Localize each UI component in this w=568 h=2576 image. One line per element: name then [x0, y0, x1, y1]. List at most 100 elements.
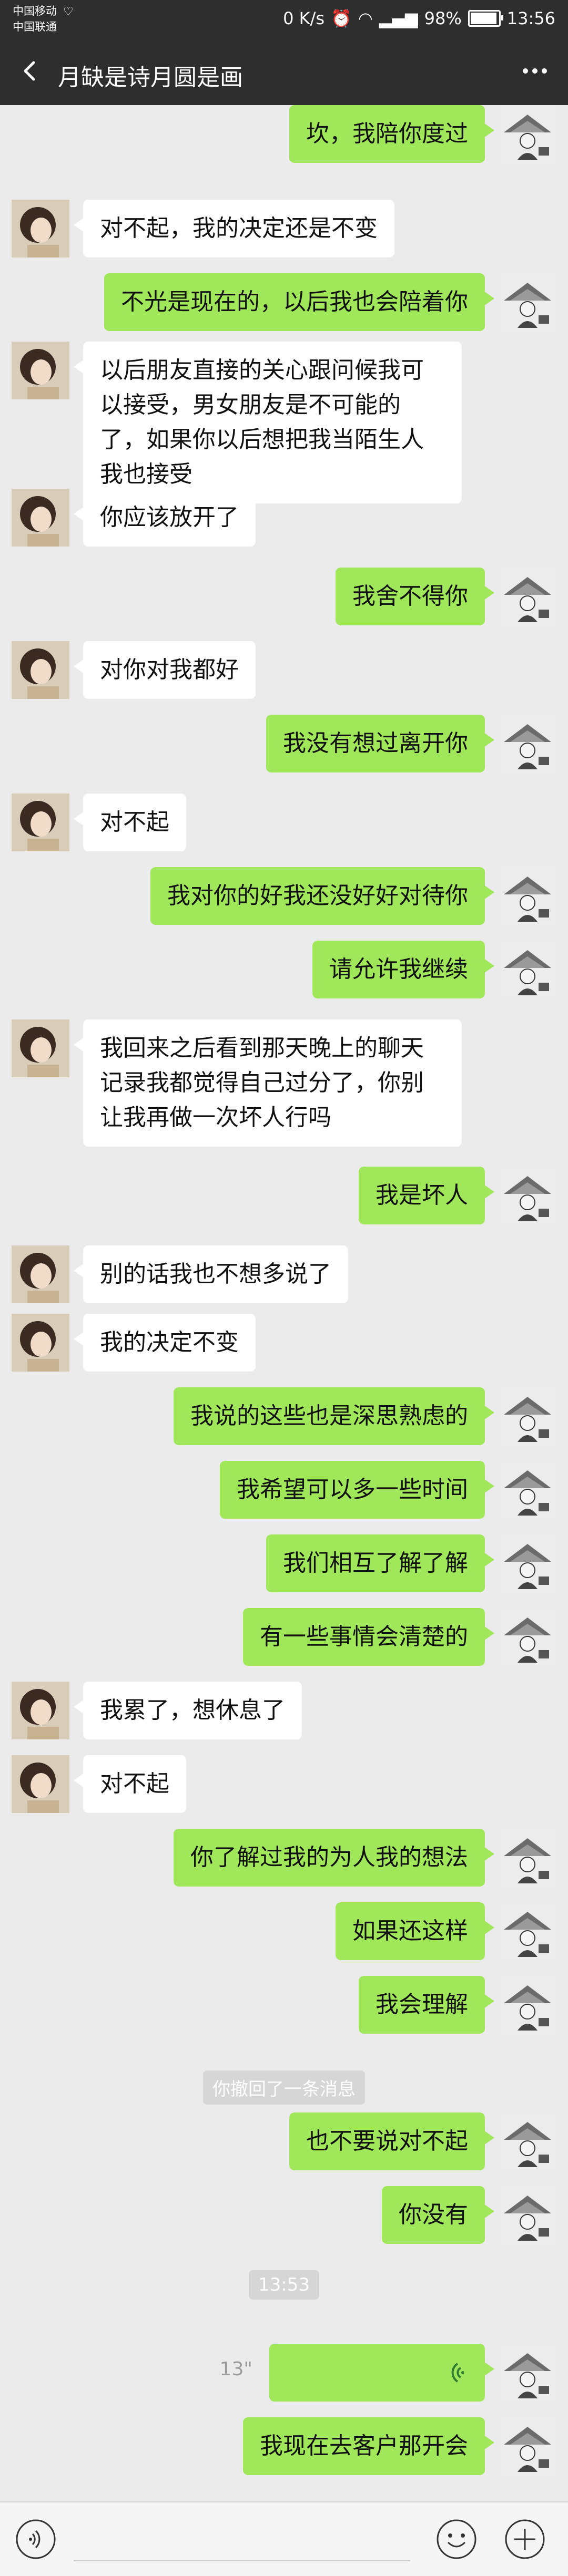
my-message-bubble[interactable]: 如果还这样: [336, 1902, 494, 1960]
message-row: 坎，我陪你度过: [0, 105, 568, 163]
contact-message-bubble[interactable]: 对你对我都好: [74, 641, 256, 699]
message-row: 我会理解: [0, 1976, 568, 2034]
message-row: 我们相互了解了解: [0, 1534, 568, 1592]
message-row: 我没有想过离开你: [0, 715, 568, 772]
my-message-bubble[interactable]: 我说的这些也是深思熟虑的: [174, 1387, 494, 1445]
carrier-1: 中国移动: [13, 5, 57, 17]
contact-message-bubble[interactable]: 你应该放开了: [74, 489, 256, 547]
message-row: 我希望可以多一些时间: [0, 1461, 568, 1519]
voice-input-icon: [16, 2519, 56, 2559]
my-message-bubble[interactable]: 不光是现在的，以后我也会陪着你: [104, 273, 494, 331]
contact-avatar[interactable]: [12, 1682, 69, 1739]
input-bar: [0, 2501, 568, 2576]
my-avatar[interactable]: [499, 2344, 556, 2402]
my-message-bubble[interactable]: 我舍不得你: [336, 568, 494, 625]
my-message-bubble[interactable]: 我是坏人: [359, 1167, 494, 1224]
message-row: 我累了，想休息了: [0, 1682, 568, 1739]
message-row: 你了解过我的为人我的想法: [0, 1829, 568, 1887]
contact-avatar[interactable]: [12, 489, 69, 547]
signal-icon: ▂▄▆: [379, 8, 418, 28]
my-message-bubble[interactable]: 我们相互了解了解: [266, 1534, 494, 1592]
contact-message-bubble[interactable]: 对不起，我的决定还是不变: [74, 200, 394, 257]
contact-message-bubble[interactable]: 我回来之后看到那天晚上的聊天记录我都觉得自己过分了，你别让我再做一次坏人行吗: [74, 1019, 462, 1147]
my-avatar[interactable]: [499, 867, 556, 925]
my-avatar[interactable]: [499, 1976, 556, 2034]
my-avatar[interactable]: [499, 2186, 556, 2244]
contact-avatar[interactable]: [12, 1019, 69, 1077]
message-row: 我说的这些也是深思熟虑的: [0, 1387, 568, 1445]
my-avatar[interactable]: [499, 1829, 556, 1887]
my-avatar[interactable]: [499, 1608, 556, 1666]
contact-avatar[interactable]: [12, 1314, 69, 1372]
message-row: 别的话我也不想多说了: [0, 1245, 568, 1303]
contact-avatar[interactable]: [12, 641, 69, 699]
my-avatar[interactable]: [499, 568, 556, 625]
contact-avatar[interactable]: [12, 342, 69, 399]
contact-avatar[interactable]: [12, 1245, 69, 1303]
my-message-bubble[interactable]: 请允许我继续: [312, 941, 494, 998]
message-row: 对不起: [0, 1755, 568, 1813]
contact-message-bubble[interactable]: 以后朋友直接的关心跟问候我可以接受，男女朋友是不可能的了，如果你以后想把我当陌生…: [74, 342, 462, 503]
my-avatar[interactable]: [499, 941, 556, 998]
carrier-info: 中国移动 中国联通: [13, 3, 57, 35]
message-list[interactable]: 坎，我陪你度过对不起，我的决定还是不变不光是现在的，以后我也会陪着你以后朋友直接…: [0, 105, 568, 2501]
status-indicators: 0 K/s ⏰ ◠ ▂▄▆ 98% 13:56: [283, 8, 555, 28]
my-avatar[interactable]: [499, 273, 556, 331]
status-bar: 中国移动 中国联通 ♡ 0 K/s ⏰ ◠ ▂▄▆ 98% 13:56: [0, 0, 568, 39]
my-avatar[interactable]: [499, 2417, 556, 2475]
contact-message-bubble[interactable]: 对不起: [74, 794, 186, 851]
contact-avatar[interactable]: [12, 1755, 69, 1813]
contact-message-bubble[interactable]: 我的决定不变: [74, 1314, 256, 1372]
clock: 13:56: [506, 8, 555, 28]
my-avatar[interactable]: [499, 1167, 556, 1224]
contact-message-bubble[interactable]: 别的话我也不想多说了: [74, 1245, 348, 1303]
recall-notice: 你撤回了一条消息: [203, 2070, 365, 2105]
more-button[interactable]: [516, 55, 553, 87]
message-row: 我是坏人: [0, 1167, 568, 1224]
contact-avatar[interactable]: [12, 794, 69, 851]
message-input[interactable]: [74, 2560, 410, 2561]
my-avatar[interactable]: [499, 105, 556, 163]
my-avatar[interactable]: [499, 2113, 556, 2170]
alarm-icon: ⏰: [331, 8, 352, 28]
carrier-2: 中国联通: [13, 20, 57, 33]
my-message-bubble[interactable]: 我对你的好我还没好好对待你: [150, 867, 494, 925]
back-button[interactable]: [15, 55, 46, 87]
my-message-bubble[interactable]: 坎，我陪你度过: [289, 105, 494, 163]
voice-message-bubble[interactable]: [269, 2344, 494, 2402]
add-button[interactable]: [504, 2518, 546, 2560]
contact-message-bubble[interactable]: 对不起: [74, 1755, 186, 1813]
my-avatar[interactable]: [499, 1461, 556, 1519]
contact-message-bubble[interactable]: 我累了，想休息了: [74, 1682, 302, 1739]
more-dots-icon: [523, 68, 547, 74]
my-avatar[interactable]: [499, 1534, 556, 1592]
contact-avatar[interactable]: [12, 200, 69, 257]
heart-icon: ♡: [63, 5, 74, 18]
my-message-bubble[interactable]: 也不要说对不起: [289, 2113, 494, 2170]
voice-input-button[interactable]: [15, 2518, 57, 2560]
my-message-bubble[interactable]: 我希望可以多一些时间: [220, 1461, 494, 1519]
message-row: 不光是现在的，以后我也会陪着你: [0, 273, 568, 331]
chat-header: 月缺是诗月圆是画: [0, 39, 568, 105]
battery-icon: [468, 10, 503, 27]
my-avatar[interactable]: [499, 715, 556, 772]
chat-title: 月缺是诗月圆是画: [58, 64, 243, 91]
message-row: 也不要说对不起: [0, 2113, 568, 2170]
my-message-bubble[interactable]: 你了解过我的为人我的想法: [174, 1829, 494, 1887]
my-avatar[interactable]: [499, 1902, 556, 1960]
message-row: 我回来之后看到那天晚上的聊天记录我都觉得自己过分了，你别让我再做一次坏人行吗: [0, 1019, 568, 1147]
my-message-bubble[interactable]: 有一些事情会清楚的: [243, 1608, 494, 1666]
wifi-icon: ◠: [358, 8, 373, 28]
my-message-bubble[interactable]: 你没有: [382, 2186, 494, 2244]
message-row: 有一些事情会清楚的: [0, 1608, 568, 1666]
network-speed: 0 K/s: [283, 8, 325, 28]
my-message-bubble[interactable]: 我没有想过离开你: [266, 715, 494, 772]
message-row: 以后朋友直接的关心跟问候我可以接受，男女朋友是不可能的了，如果你以后想把我当陌生…: [0, 342, 568, 503]
battery-percent: 98%: [424, 8, 462, 28]
my-message-bubble[interactable]: 我现在去客户那开会: [243, 2417, 494, 2475]
emoji-button[interactable]: [435, 2518, 478, 2560]
message-row: 对不起: [0, 794, 568, 851]
message-row: 对不起，我的决定还是不变: [0, 200, 568, 257]
my-message-bubble[interactable]: 我会理解: [359, 1976, 494, 2034]
my-avatar[interactable]: [499, 1387, 556, 1445]
